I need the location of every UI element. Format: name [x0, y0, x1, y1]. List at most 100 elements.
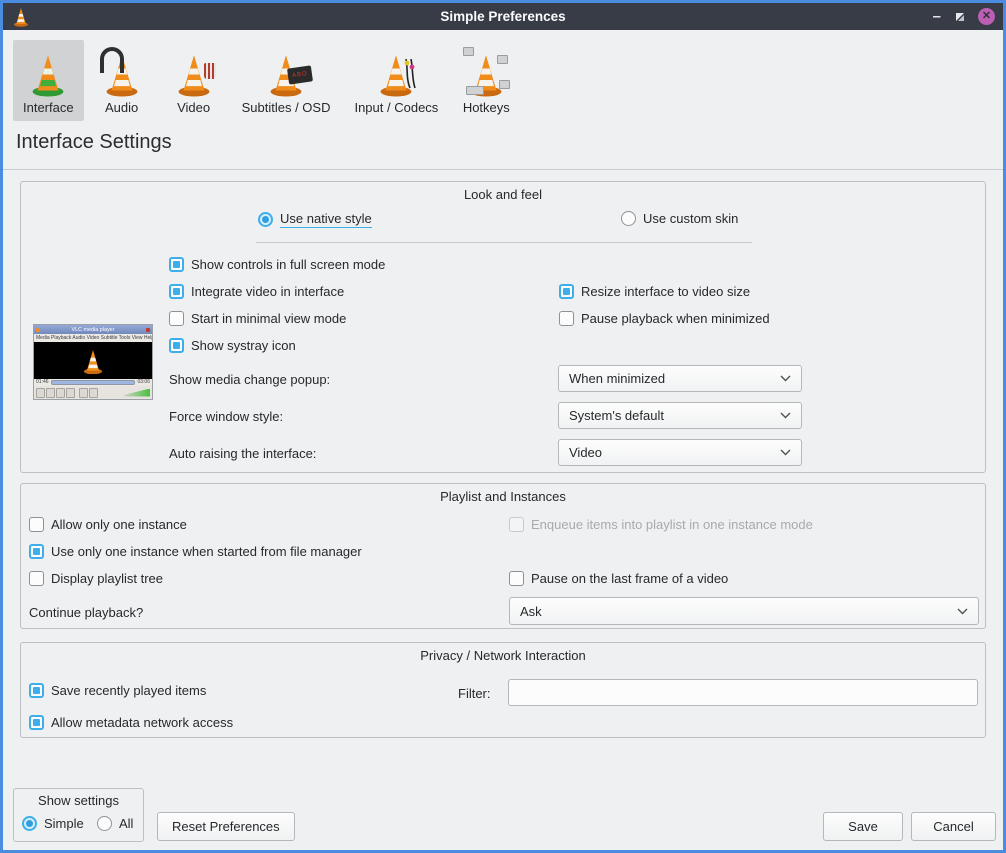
checkbox-pause-when-minimized[interactable]: Pause playback when minimized — [559, 311, 770, 326]
preview-menubar: Media Playback Audio Video Subtitle Tool… — [34, 334, 152, 342]
vlc-cone-input-icon — [372, 45, 420, 97]
toolbar-item-audio[interactable]: Audio — [88, 40, 156, 121]
cancel-button[interactable]: Cancel — [911, 812, 996, 841]
vlc-app-icon — [11, 6, 31, 27]
checkbox-label: Show controls in full screen mode — [191, 257, 385, 272]
radio-label: All — [119, 816, 133, 831]
checkbox-show-controls-fullscreen[interactable]: Show controls in full screen mode — [169, 257, 385, 272]
preferences-toolbar: Interface Audio Video ABO Subtitles / OS… — [13, 40, 520, 121]
checkbox-integrate-video[interactable]: Integrate video in interface — [169, 284, 344, 299]
preview-volume-slider — [124, 389, 150, 397]
radio-all[interactable]: All — [97, 816, 133, 831]
preview-time-total: 03:06 — [137, 380, 150, 385]
vlc-cone-subtitles-icon: ABO — [262, 45, 310, 97]
checkbox-display-playlist-tree[interactable]: Display playlist tree — [29, 571, 163, 586]
reset-preferences-button[interactable]: Reset Preferences — [157, 812, 295, 841]
maximize-button-icon[interactable] — [953, 10, 966, 23]
checkbox-indicator — [169, 338, 184, 353]
force-window-style-select[interactable]: System's default — [558, 402, 802, 429]
minimize-button-icon[interactable]: – — [933, 12, 941, 22]
media-change-popup-label: Show media change popup: — [169, 372, 330, 387]
checkbox-indicator — [169, 284, 184, 299]
checkbox-indicator — [559, 284, 574, 299]
radio-label: Use custom skin — [643, 211, 738, 226]
preview-app-icon — [36, 328, 40, 332]
radio-indicator — [258, 212, 273, 227]
checkbox-indicator — [509, 571, 524, 586]
radio-separator — [256, 242, 752, 243]
toolbar-item-subtitles-osd[interactable]: ABO Subtitles / OSD — [232, 40, 341, 121]
checkbox-indicator — [29, 544, 44, 559]
show-settings-group: Show settings Simple All — [13, 788, 144, 842]
checkbox-save-recently-played[interactable]: Save recently played items — [29, 683, 206, 698]
selected-value: Ask — [520, 604, 542, 619]
checkbox-label: Allow only one instance — [51, 517, 187, 532]
checkbox-start-minimal-view[interactable]: Start in minimal view mode — [169, 311, 346, 326]
checkbox-show-systray[interactable]: Show systray icon — [169, 338, 296, 353]
force-window-style-label: Force window style: — [169, 409, 283, 424]
preview-title: VLC media player — [45, 327, 140, 332]
radio-use-custom-skin[interactable]: Use custom skin — [621, 211, 738, 226]
checkbox-indicator — [509, 517, 524, 532]
toolbar-item-interface[interactable]: Interface — [13, 40, 84, 121]
checkbox-label: Display playlist tree — [51, 571, 163, 586]
selected-value: System's default — [569, 408, 664, 423]
toolbar-item-hotkeys[interactable]: Hotkeys — [452, 40, 520, 121]
group-title: Privacy / Network Interaction — [21, 648, 985, 663]
checkbox-label: Resize interface to video size — [581, 284, 750, 299]
group-playlist-and-instances: Playlist and Instances Allow only one in… — [20, 483, 986, 629]
show-settings-title: Show settings — [14, 793, 143, 808]
selected-value: Video — [569, 445, 602, 460]
checkbox-label: Pause playback when minimized — [581, 311, 770, 326]
heading-separator — [3, 169, 1003, 170]
preview-video-area — [34, 342, 152, 379]
radio-simple[interactable]: Simple — [22, 816, 84, 831]
selected-value: When minimized — [569, 371, 665, 386]
group-title: Look and feel — [21, 187, 985, 202]
radio-indicator — [22, 816, 37, 831]
continue-playback-label: Continue playback? — [29, 605, 143, 620]
filter-input[interactable] — [508, 679, 978, 706]
media-change-popup-select[interactable]: When minimized — [558, 365, 802, 392]
auto-raising-select[interactable]: Video — [558, 439, 802, 466]
chevron-down-icon — [780, 412, 791, 419]
auto-raising-label: Auto raising the interface: — [169, 446, 316, 461]
checkbox-allow-metadata-access[interactable]: Allow metadata network access — [29, 715, 233, 730]
toolbar-label: Video — [177, 100, 210, 115]
checkbox-indicator — [29, 571, 44, 586]
preview-close-icon — [146, 328, 150, 332]
checkbox-indicator — [169, 257, 184, 272]
checkbox-one-instance-file-manager[interactable]: Use only one instance when started from … — [29, 544, 362, 559]
checkbox-label: Allow metadata network access — [51, 715, 233, 730]
group-privacy-network: Privacy / Network Interaction Save recen… — [20, 642, 986, 738]
vlc-cone-hotkeys-icon — [462, 45, 510, 97]
window-title: Simple Preferences — [3, 9, 1003, 24]
toolbar-label: Audio — [105, 100, 138, 115]
chevron-down-icon — [780, 375, 791, 382]
checkbox-resize-interface[interactable]: Resize interface to video size — [559, 284, 750, 299]
titlebar[interactable]: Simple Preferences – ✕ — [3, 3, 1003, 30]
checkbox-pause-last-frame[interactable]: Pause on the last frame of a video — [509, 571, 728, 586]
radio-label: Simple — [44, 816, 84, 831]
group-title: Playlist and Instances — [21, 489, 985, 504]
preview-time-elapsed: 01:46 — [36, 380, 49, 385]
preview-titlebar: VLC media player — [34, 325, 152, 334]
checkbox-allow-one-instance[interactable]: Allow only one instance — [29, 517, 187, 532]
continue-playback-select[interactable]: Ask — [509, 597, 979, 625]
checkbox-label: Integrate video in interface — [191, 284, 344, 299]
radio-use-native-style[interactable]: Use native style — [258, 211, 372, 228]
toolbar-label: Interface — [23, 100, 74, 115]
page-title: Interface Settings — [16, 131, 172, 154]
simple-preferences-dialog: Simple Preferences – ✕ Interface Audio — [0, 0, 1006, 853]
radio-indicator — [621, 211, 636, 226]
close-button-icon[interactable]: ✕ — [978, 8, 995, 25]
toolbar-item-video[interactable]: Video — [160, 40, 228, 121]
interface-preview-image: VLC media player Media Playback Audio Vi… — [33, 324, 153, 400]
chevron-down-icon — [780, 449, 791, 456]
toolbar-item-input-codecs[interactable]: Input / Codecs — [344, 40, 448, 121]
checkbox-indicator — [559, 311, 574, 326]
checkbox-indicator — [29, 715, 44, 730]
save-button[interactable]: Save — [823, 812, 903, 841]
checkbox-label: Start in minimal view mode — [191, 311, 346, 326]
preview-seekbar: 01:46 03:06 — [34, 379, 152, 386]
